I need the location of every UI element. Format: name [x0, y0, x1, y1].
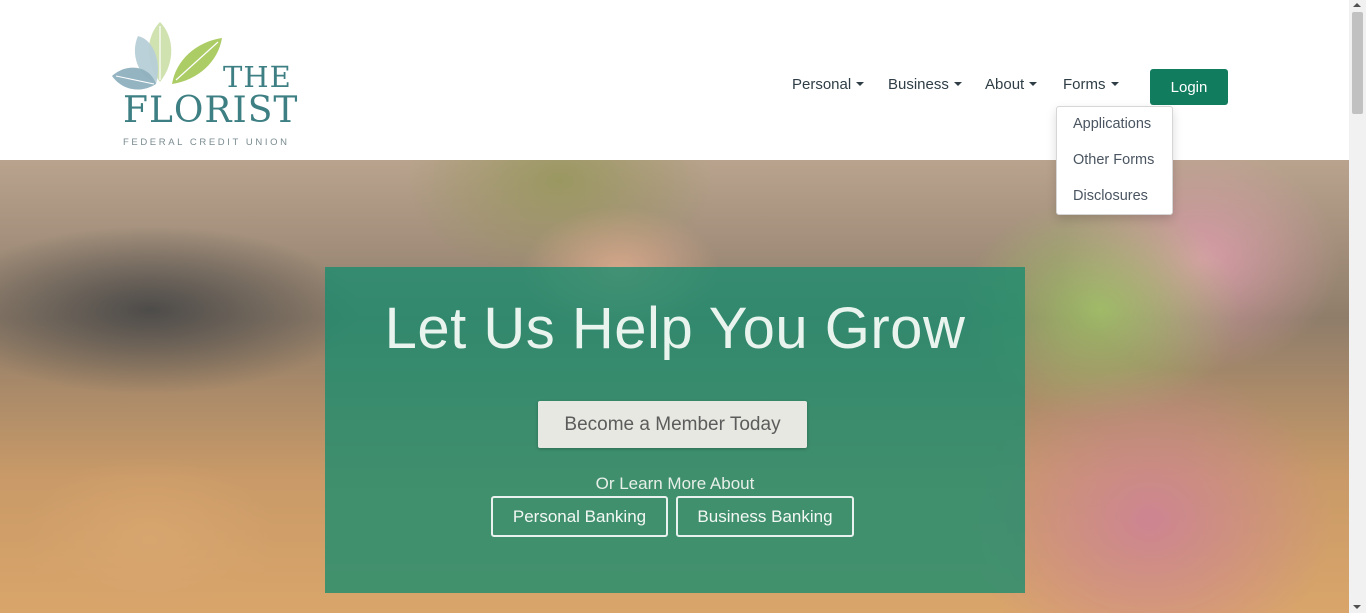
hero-banner: Let Us Help You Grow Become a Member Tod… [0, 160, 1349, 613]
nav-about[interactable]: About [985, 76, 1038, 93]
caret-down-icon [1110, 82, 1119, 87]
caret-down-icon [856, 82, 865, 87]
dropdown-item-applications[interactable]: Applications [1073, 116, 1151, 132]
nav-forms-label: Forms [1063, 76, 1106, 93]
nav-forms[interactable]: Forms [1063, 76, 1119, 93]
nav-business-label: Business [888, 76, 949, 93]
nav-personal[interactable]: Personal [792, 76, 865, 93]
leaves-icon [112, 22, 222, 90]
logo-text-florist: FLORIST [123, 90, 299, 131]
scrollbar-thumb[interactable] [1352, 12, 1363, 114]
nav-personal-label: Personal [792, 76, 852, 93]
logo-tagline: FEDERAL CREDIT UNION [123, 137, 290, 148]
florist-fcu-logo[interactable]: THE FLORIST FEDERAL CREDIT UNION [110, 18, 298, 152]
nav-about-label: About [985, 76, 1025, 93]
learn-more-text: Or Learn More About [595, 474, 755, 493]
scroll-up-arrow-icon[interactable] [1353, 3, 1361, 7]
hero-title: Let Us Help You Grow [384, 296, 966, 361]
dropdown-item-disclosures[interactable]: Disclosures [1073, 188, 1148, 204]
login-button[interactable]: Login [1150, 69, 1228, 105]
dropdown-item-other-forms[interactable]: Other Forms [1073, 152, 1154, 168]
become-member-button[interactable]: Become a Member Today [538, 401, 807, 448]
caret-down-icon [1029, 82, 1038, 87]
hero-panel: Let Us Help You Grow Become a Member Tod… [325, 267, 1025, 593]
logo-text-the: THE [223, 60, 292, 94]
business-banking-button[interactable]: Business Banking [676, 496, 854, 537]
nav-business[interactable]: Business [888, 76, 962, 93]
caret-down-icon [953, 82, 962, 87]
forms-dropdown-menu: Applications Other Forms Disclosures [1056, 106, 1173, 215]
scroll-down-arrow-icon[interactable] [1353, 605, 1361, 609]
personal-banking-button[interactable]: Personal Banking [491, 496, 668, 537]
